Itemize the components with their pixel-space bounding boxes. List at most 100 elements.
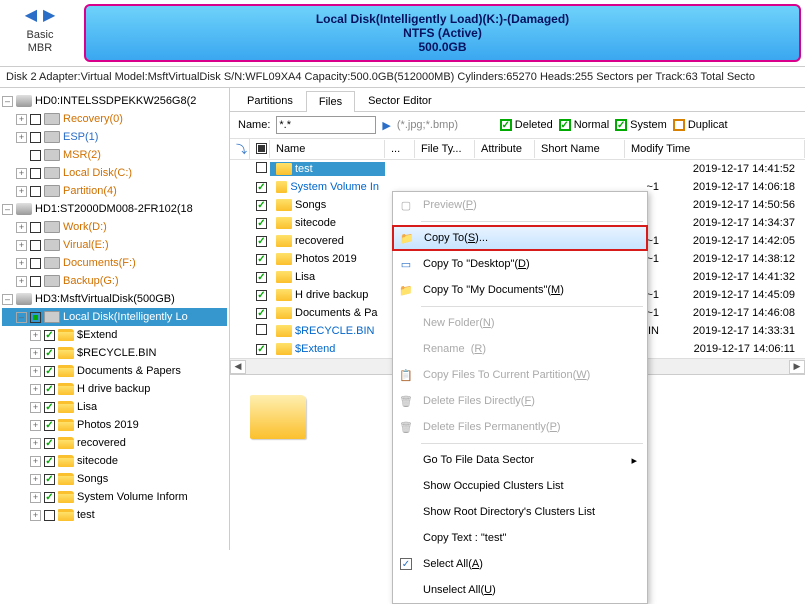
checkbox[interactable] (30, 168, 41, 179)
tab-partitions[interactable]: Partitions (234, 90, 306, 111)
expand-icon[interactable]: + (30, 384, 41, 395)
tree-item[interactable]: +ESP(1) (2, 128, 227, 146)
expand-icon[interactable]: + (16, 258, 27, 269)
row-checkbox[interactable] (256, 272, 267, 283)
expand-icon[interactable]: + (30, 438, 41, 449)
tree-item[interactable]: –Local Disk(Intelligently Lo (2, 308, 227, 326)
ctx-rename[interactable]: Rename (R) (393, 336, 647, 362)
expand-icon[interactable]: + (16, 132, 27, 143)
tree-item[interactable]: +Photos 2019 (2, 416, 227, 434)
expand-icon[interactable]: + (30, 402, 41, 413)
tree-item[interactable]: +Recovery(0) (2, 110, 227, 128)
disk-tree[interactable]: –HD0:INTELSSDPEKKW256G8(2+Recovery(0)+ES… (0, 87, 230, 550)
row-checkbox[interactable] (256, 200, 267, 211)
ctx-copy-desktop[interactable]: ▭Copy To "Desktop"(D) (393, 251, 647, 277)
checkbox[interactable] (30, 258, 41, 269)
scroll-left-button[interactable]: ◀ (230, 360, 246, 374)
expand-icon[interactable]: – (2, 96, 13, 107)
row-checkbox[interactable] (256, 254, 267, 265)
expand-icon[interactable]: + (30, 474, 41, 485)
tree-item[interactable]: +System Volume Inform (2, 488, 227, 506)
checkbox[interactable] (30, 312, 41, 323)
tree-item[interactable]: +$RECYCLE.BIN (2, 344, 227, 362)
filter-system[interactable]: System (615, 119, 667, 131)
tree-item[interactable]: +sitecode (2, 452, 227, 470)
checkbox[interactable] (30, 114, 41, 125)
row-checkbox[interactable] (256, 324, 267, 335)
row-checkbox[interactable] (256, 182, 267, 193)
checkbox[interactable] (44, 348, 55, 359)
expand-icon[interactable]: + (30, 420, 41, 431)
expand-icon[interactable]: + (16, 276, 27, 287)
row-checkbox[interactable] (256, 308, 267, 319)
tree-item[interactable]: +Lisa (2, 398, 227, 416)
row-checkbox[interactable] (256, 162, 267, 173)
ctx-copy-to[interactable]: 📁Copy To(S)... (392, 225, 648, 251)
checkbox[interactable] (44, 366, 55, 377)
tree-item[interactable]: +Local Disk(C:) (2, 164, 227, 182)
tree-item[interactable]: +H drive backup (2, 380, 227, 398)
expand-icon[interactable]: + (30, 456, 41, 467)
ctx-delete-perma[interactable]: 🗑Delete Files Permanently(P) (393, 414, 647, 440)
checkbox[interactable] (44, 456, 55, 467)
checkbox[interactable] (30, 150, 41, 161)
checkbox[interactable] (44, 384, 55, 395)
ctx-copy-documents[interactable]: 📁Copy To "My Documents"(M) (393, 277, 647, 303)
tab-sector-editor[interactable]: Sector Editor (355, 90, 445, 111)
tree-item[interactable]: +recovered (2, 434, 227, 452)
tree-item[interactable]: –HD1:ST2000DM008-2FR102(18 (2, 200, 227, 218)
tree-item[interactable]: +test (2, 506, 227, 524)
expand-icon[interactable]: – (16, 312, 27, 323)
ctx-occupied-clusters[interactable]: Show Occupied Clusters List (393, 473, 647, 499)
ctx-preview[interactable]: ▢Preview(P) (393, 192, 647, 218)
checkbox[interactable] (44, 420, 55, 431)
checkbox[interactable] (30, 276, 41, 287)
tree-item[interactable]: –HD3:MsftVirtualDisk(500GB) (2, 290, 227, 308)
expand-icon[interactable]: + (30, 492, 41, 503)
expand-icon[interactable]: + (30, 330, 41, 341)
tree-item[interactable]: +$Extend (2, 326, 227, 344)
checkbox[interactable] (30, 186, 41, 197)
checkbox[interactable] (44, 402, 55, 413)
checkbox[interactable] (44, 510, 55, 521)
filter-deleted[interactable]: Deleted (500, 119, 553, 131)
expand-icon[interactable]: + (16, 186, 27, 197)
checkbox[interactable] (44, 474, 55, 485)
scroll-right-button[interactable]: ▶ (789, 360, 805, 374)
filter-duplicate[interactable]: Duplicat (673, 119, 728, 131)
ctx-copy-current[interactable]: 📋Copy Files To Current Partition(W) (393, 362, 647, 388)
col-filetype[interactable]: File Ty... (415, 140, 475, 158)
checkbox[interactable] (30, 240, 41, 251)
tree-item[interactable]: MSR(2) (2, 146, 227, 164)
expand-icon[interactable]: + (16, 222, 27, 233)
expand-icon[interactable]: – (2, 204, 13, 215)
tree-item[interactable]: +Documents(F:) (2, 254, 227, 272)
expand-icon[interactable]: + (16, 114, 27, 125)
tree-item[interactable]: +Work(D:) (2, 218, 227, 236)
header-checkbox[interactable] (250, 140, 270, 158)
col-modifytime[interactable]: Modify Time (625, 140, 805, 158)
checkbox[interactable] (44, 330, 55, 341)
ctx-copy-text[interactable]: Copy Text : "test" (393, 525, 647, 551)
ctx-goto-sector[interactable]: Go To File Data Sector▸ (393, 447, 647, 473)
back-button[interactable]: ◀ (25, 5, 37, 25)
expand-icon[interactable]: + (16, 240, 27, 251)
name-filter-input[interactable] (276, 116, 376, 134)
expand-icon[interactable]: + (30, 366, 41, 377)
expand-icon[interactable]: + (16, 168, 27, 179)
col-attribute[interactable]: Attribute (475, 140, 535, 158)
filter-normal[interactable]: Normal (559, 119, 609, 131)
tree-item[interactable]: +Backup(G:) (2, 272, 227, 290)
col-shortname[interactable]: Short Name (535, 140, 625, 158)
row-checkbox[interactable] (256, 290, 267, 301)
checkbox[interactable] (44, 492, 55, 503)
forward-button[interactable]: ▶ (43, 5, 55, 25)
expand-icon[interactable]: + (30, 510, 41, 521)
col-name[interactable]: Name (270, 140, 385, 158)
tree-item[interactable]: +Songs (2, 470, 227, 488)
checkbox[interactable] (30, 222, 41, 233)
table-row[interactable]: test2019-12-17 14:41:52 (230, 160, 805, 178)
ctx-root-clusters[interactable]: Show Root Directory's Clusters List (393, 499, 647, 525)
row-checkbox[interactable] (256, 236, 267, 247)
partition-banner[interactable]: Local Disk(Intelligently Load)(K:)-(Dama… (84, 4, 801, 62)
